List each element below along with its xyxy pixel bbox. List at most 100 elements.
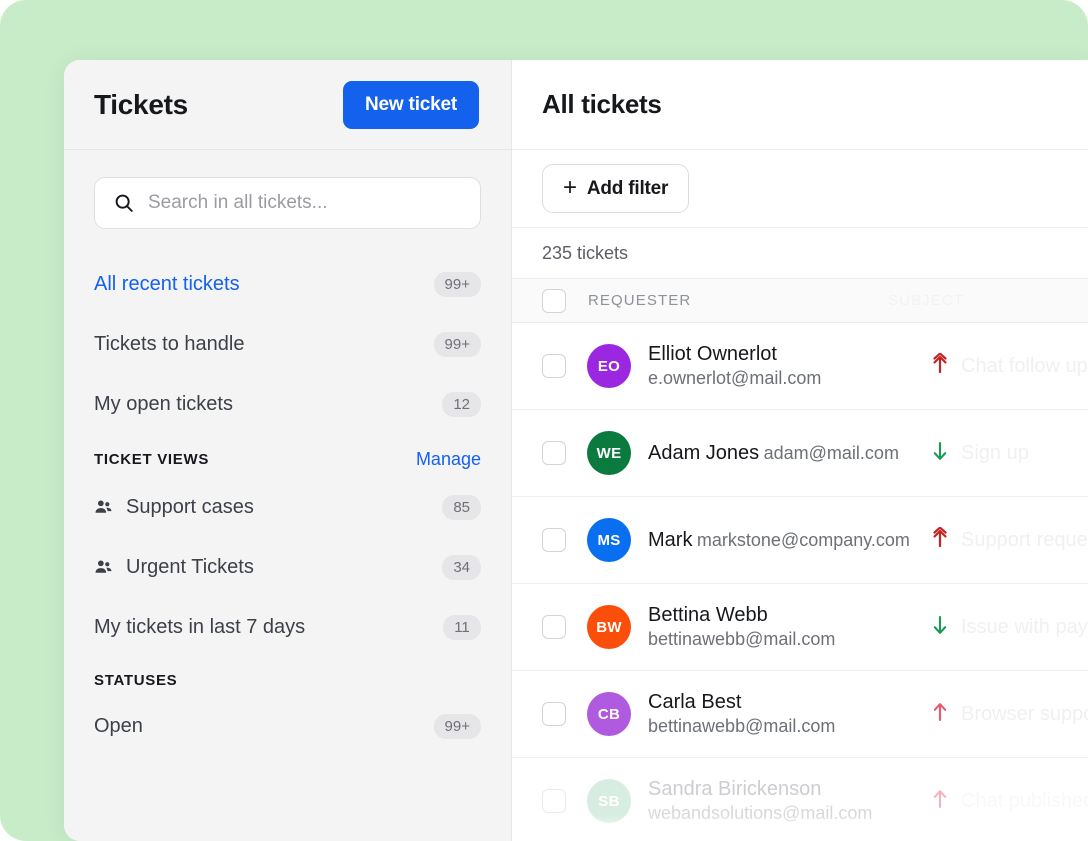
search-container — [64, 150, 511, 229]
table-row[interactable]: EO Elliot Ownerlot e.ownerlot@mail.com C… — [512, 323, 1088, 410]
sidebar-nav: All recent tickets 99+ Tickets to handle… — [64, 229, 511, 763]
new-ticket-button[interactable]: New ticket — [343, 81, 479, 129]
subject-cell: Chat follow up with customer — [931, 353, 1088, 380]
add-filter-button[interactable]: + Add filter — [542, 164, 689, 213]
requester-email: webandsolutions@mail.com — [648, 803, 872, 823]
arrow-up-icon — [931, 701, 949, 728]
sidebar-item-label: Urgent Tickets — [126, 556, 442, 579]
row-checkbox[interactable] — [542, 789, 566, 813]
requester-name: Sandra Birickenson — [648, 778, 821, 800]
row-checkbox[interactable] — [542, 615, 566, 639]
sidebar-item-my-open-tickets[interactable]: My open tickets 12 — [94, 381, 481, 427]
arrow-down-icon — [931, 440, 949, 467]
table-row[interactable]: WE Adam Jones adam@mail.com Sign up — [512, 410, 1088, 497]
requester-cell: Sandra Birickenson webandsolutions@mail.… — [648, 777, 931, 825]
manage-link[interactable]: Manage — [416, 449, 481, 470]
arrow-down-icon — [931, 614, 949, 641]
subject-text: Support request — [961, 529, 1088, 552]
avatar: WE — [587, 431, 631, 475]
ticket-count: 235 tickets — [512, 228, 1088, 279]
main-title: All tickets — [542, 89, 662, 120]
statuses-section-header: STATUSES — [94, 672, 481, 689]
sidebar-item-badge: 34 — [442, 555, 481, 580]
row-checkbox[interactable] — [542, 441, 566, 465]
requester-email: bettinawebb@mail.com — [648, 716, 835, 736]
sidebar-item-label: Tickets to handle — [94, 333, 434, 356]
requester-cell: Elliot Ownerlot e.ownerlot@mail.com — [648, 342, 931, 390]
subject-text: Issue with payment — [961, 616, 1088, 639]
plus-icon: + — [563, 176, 577, 200]
sidebar-item-badge: 11 — [443, 615, 481, 640]
table-row[interactable]: BW Bettina Webb bettinawebb@mail.com Iss… — [512, 584, 1088, 671]
arrow-up-icon — [931, 788, 949, 815]
sidebar-item-badge: 85 — [442, 495, 481, 520]
double-chevron-up-icon — [931, 527, 949, 554]
sidebar-item-all-recent-tickets[interactable]: All recent tickets 99+ — [94, 261, 481, 307]
subject-cell: Browser support — [931, 701, 1088, 728]
sidebar-header: Tickets New ticket — [64, 60, 511, 150]
requester-name: Carla Best — [648, 691, 741, 713]
subject-text: Chat follow up with customer — [961, 355, 1088, 378]
select-all-checkbox[interactable] — [542, 289, 566, 313]
filter-bar: + Add filter — [512, 150, 1088, 228]
sidebar-item-badge: 12 — [442, 392, 481, 417]
requester-name: Mark — [648, 529, 692, 551]
requester-email: bettinawebb@mail.com — [648, 629, 835, 649]
sidebar-item-my-tickets-last-7-days[interactable]: My tickets in last 7 days 11 — [94, 604, 481, 650]
sidebar-item-badge: 99+ — [434, 272, 481, 297]
requester-name: Adam Jones — [648, 442, 759, 464]
people-group-icon — [94, 498, 116, 517]
sidebar-item-label: Open — [94, 715, 434, 738]
table-row[interactable]: CB Carla Best bettinawebb@mail.com Brows… — [512, 671, 1088, 758]
requester-name: Bettina Webb — [648, 604, 768, 626]
subject-cell: Chat published — [931, 788, 1088, 815]
requester-cell: Bettina Webb bettinawebb@mail.com — [648, 603, 931, 651]
subject-text: Chat published — [961, 790, 1088, 813]
sidebar-item-urgent-tickets[interactable]: Urgent Tickets 34 — [94, 544, 481, 590]
requester-cell: Adam Jones adam@mail.com — [648, 441, 931, 466]
sidebar-item-label: All recent tickets — [94, 273, 434, 296]
subject-text: Browser support — [961, 703, 1088, 726]
double-chevron-up-icon — [931, 353, 949, 380]
section-title: STATUSES — [94, 672, 177, 689]
row-checkbox[interactable] — [542, 528, 566, 552]
column-header-subject[interactable]: SUBJECT — [888, 292, 964, 309]
avatar: SB — [587, 779, 631, 823]
search-input[interactable] — [148, 192, 462, 214]
table-row[interactable]: MS Mark markstone@company.com Support re… — [512, 497, 1088, 584]
subject-cell: Issue with payment — [931, 614, 1088, 641]
sidebar-item-label: My tickets in last 7 days — [94, 616, 443, 639]
subject-cell: Sign up — [931, 440, 1088, 467]
sidebar-item-tickets-to-handle[interactable]: Tickets to handle 99+ — [94, 321, 481, 367]
avatar: EO — [587, 344, 631, 388]
avatar: MS — [587, 518, 631, 562]
sidebar: Tickets New ticket All recent tickets 99… — [64, 60, 512, 841]
requester-cell: Mark markstone@company.com — [648, 528, 931, 553]
row-checkbox[interactable] — [542, 702, 566, 726]
ticket-views-section-header: TICKET VIEWS Manage — [94, 449, 481, 470]
subject-text: Sign up — [961, 442, 1029, 465]
requester-cell: Carla Best bettinawebb@mail.com — [648, 690, 931, 738]
search-box[interactable] — [94, 177, 481, 229]
row-checkbox[interactable] — [542, 354, 566, 378]
section-title: TICKET VIEWS — [94, 451, 209, 468]
people-group-icon — [94, 558, 116, 577]
table-row[interactable]: SB Sandra Birickenson webandsolutions@ma… — [512, 758, 1088, 841]
app-window: Tickets New ticket All recent tickets 99… — [64, 60, 1088, 841]
requester-email: e.ownerlot@mail.com — [648, 368, 821, 388]
main-panel: All tickets + Add filter 235 tickets REQ… — [512, 60, 1088, 841]
page-title: Tickets — [94, 89, 188, 121]
ticket-list: EO Elliot Ownerlot e.ownerlot@mail.com C… — [512, 323, 1088, 841]
avatar: BW — [587, 605, 631, 649]
sidebar-item-badge: 99+ — [434, 714, 481, 739]
avatar: CB — [587, 692, 631, 736]
subject-cell: Support request — [931, 527, 1088, 554]
sidebar-item-open[interactable]: Open 99+ — [94, 703, 481, 749]
main-header: All tickets — [512, 60, 1088, 150]
column-header-requester[interactable]: REQUESTER — [588, 292, 888, 309]
sidebar-item-support-cases[interactable]: Support cases 85 — [94, 484, 481, 530]
sidebar-item-label: Support cases — [126, 496, 442, 519]
requester-email: adam@mail.com — [764, 443, 899, 463]
requester-email: markstone@company.com — [697, 530, 910, 550]
add-filter-label: Add filter — [587, 178, 668, 200]
